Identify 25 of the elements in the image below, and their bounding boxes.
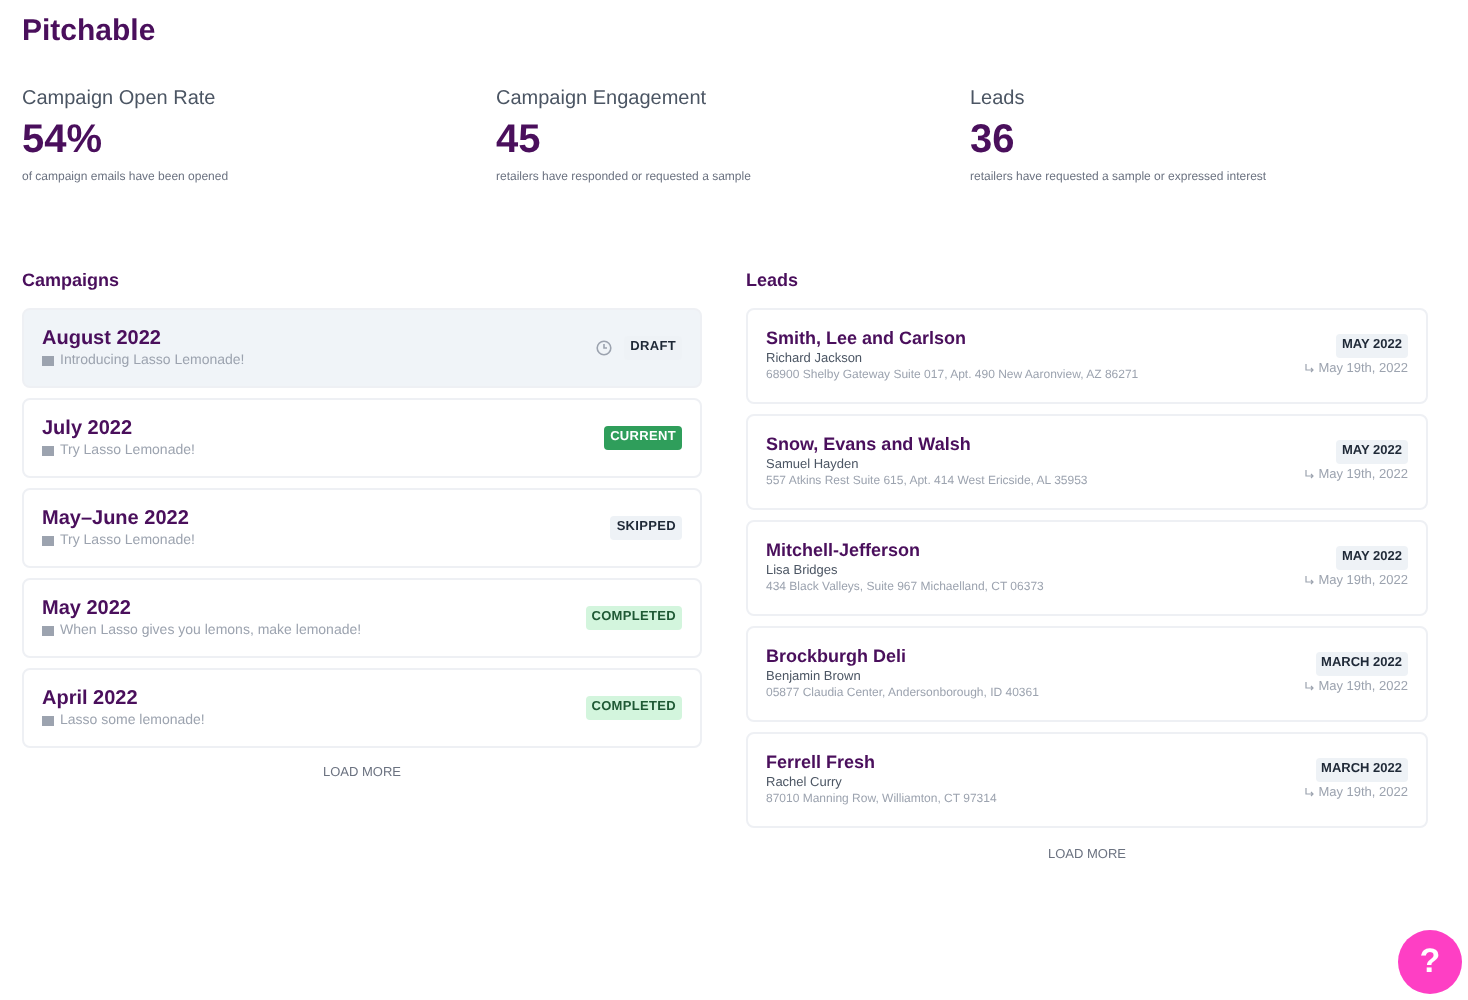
stat-value: 45 xyxy=(496,115,543,165)
campaign-title: July 2022 xyxy=(42,415,135,441)
lead-company: Snow, Evans and Walsh xyxy=(766,432,973,456)
reply-arrow-icon xyxy=(1304,469,1315,480)
section-heading: Campaigns xyxy=(22,267,122,294)
stat-label: Campaign Engagement xyxy=(496,85,709,113)
lead-company: Mitchell-Jefferson xyxy=(766,538,923,562)
stat-label: Campaign Open Rate xyxy=(22,85,218,113)
stat-value: 54% xyxy=(22,115,105,165)
campaign-title: August 2022 xyxy=(42,325,163,351)
clock-icon xyxy=(596,340,613,356)
reply-arrow-icon xyxy=(1304,787,1315,798)
stat-value: 36 xyxy=(970,115,1017,165)
app-title: Pitchable xyxy=(22,12,158,52)
stat-label: Leads xyxy=(970,85,1027,113)
campaign-title: April 2022 xyxy=(42,685,140,711)
lead-company: Smith, Lee and Carlson xyxy=(766,326,969,350)
reply-arrow-icon xyxy=(1304,575,1315,586)
reply-arrow-icon xyxy=(1304,363,1315,374)
section-heading: Leads xyxy=(746,267,801,293)
campaign-title: May–June 2022 xyxy=(42,505,191,531)
lead-company: Brockburgh Deli xyxy=(766,644,909,668)
campaign-title: May 2022 xyxy=(42,595,133,621)
reply-arrow-icon xyxy=(1304,681,1315,692)
lead-company: Ferrell Fresh xyxy=(766,750,878,774)
